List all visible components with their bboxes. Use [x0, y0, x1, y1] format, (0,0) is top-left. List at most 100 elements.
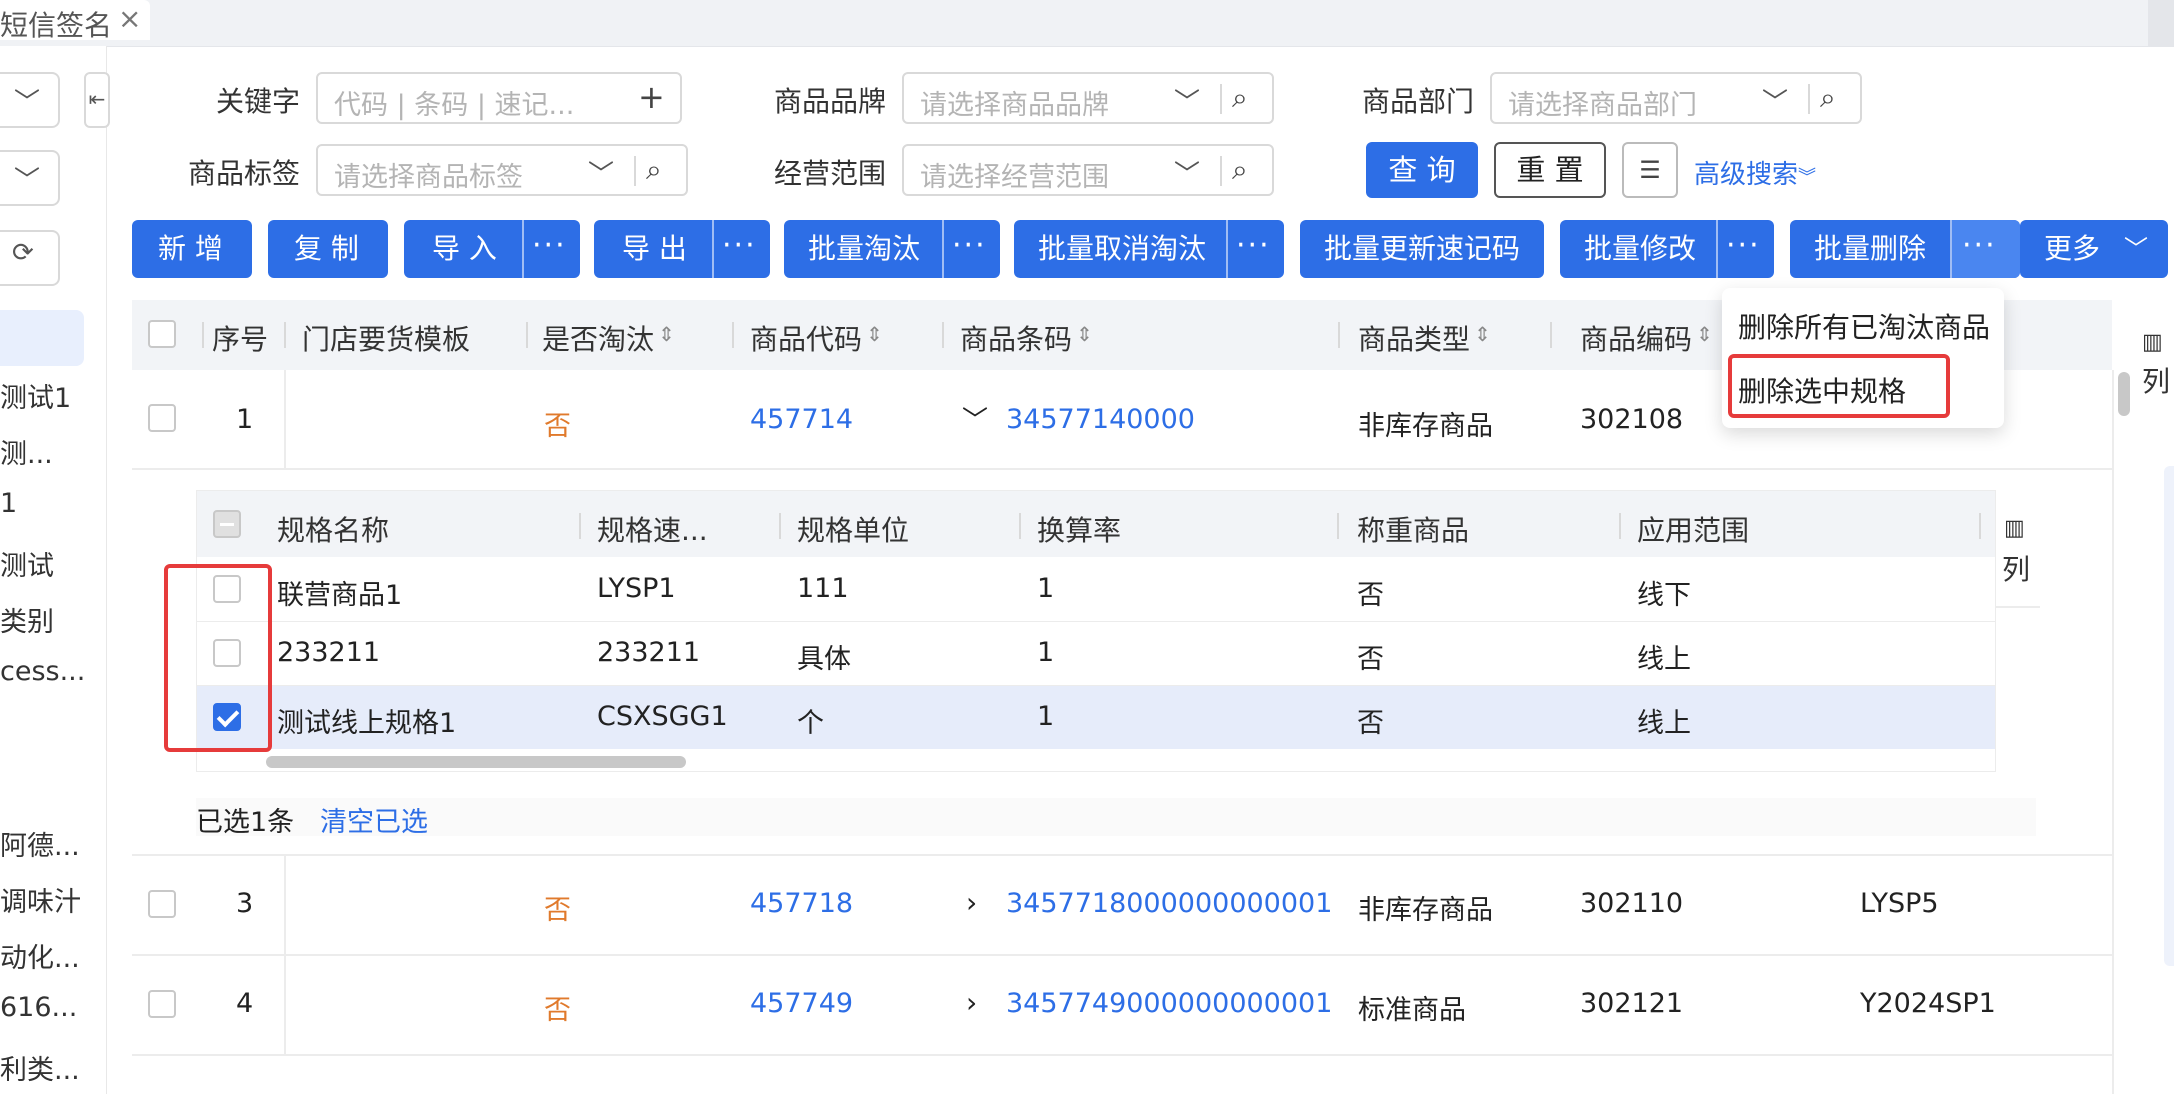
- row-barcode-link[interactable]: 3457749000000000001: [1006, 988, 1332, 1019]
- table-vertical-scrollbar[interactable]: [2118, 372, 2130, 416]
- col-code[interactable]: 商品代码: [750, 318, 862, 358]
- batch-update-code-button[interactable]: 批量更新速记码: [1300, 220, 1544, 278]
- batch-modify-button[interactable]: 批量修改 ···: [1560, 220, 1774, 278]
- filter-settings-icon[interactable]: ☰: [1622, 142, 1678, 198]
- double-chevron-down-icon: ︾: [1798, 167, 1817, 188]
- refresh-button[interactable]: ⟳: [0, 230, 60, 286]
- col-eliminated[interactable]: 是否淘汰: [542, 318, 654, 358]
- more-icon[interactable]: ···: [722, 217, 757, 275]
- col-num[interactable]: 商品编码: [1580, 318, 1692, 358]
- batch-eliminate-button[interactable]: 批量淘汰 ···: [784, 220, 1000, 278]
- sort-icon[interactable]: ⇕: [866, 322, 883, 346]
- tree-item[interactable]: 动化...: [0, 936, 80, 975]
- batch-delete-button[interactable]: 批量删除 ···: [1790, 220, 2020, 278]
- expand-row-icon[interactable]: ›: [966, 986, 977, 1019]
- row-extra: LYSP5: [1860, 888, 1939, 919]
- select-all-checkbox[interactable]: [148, 320, 176, 348]
- spec-weigh: 否: [1357, 708, 1384, 739]
- table-row[interactable]: 4 否 457749 › 3457749000000000001 标准商品 30…: [132, 956, 2112, 1054]
- tree-item[interactable]: 测试: [0, 544, 54, 583]
- left-select-2[interactable]: ﹀: [0, 150, 60, 206]
- scope-select[interactable]: 请选择经营范围 ﹀ ⌕: [902, 144, 1274, 196]
- subtable-select-all-checkbox[interactable]: [213, 510, 241, 538]
- close-icon[interactable]: ×: [118, 2, 141, 35]
- tree-item[interactable]: 类别: [0, 600, 54, 639]
- row-code-link[interactable]: 457714: [750, 404, 853, 435]
- left-select-1[interactable]: ﹀: [0, 72, 60, 128]
- tree-item[interactable]: 调味汁: [0, 880, 81, 919]
- col-type[interactable]: 商品类型: [1358, 318, 1470, 358]
- row-num: 302121: [1580, 988, 1684, 1019]
- spec-row[interactable]: 联营商品1 LYSP1 111 1 否 线下: [197, 557, 1995, 622]
- more-icon[interactable]: ···: [1962, 217, 1997, 275]
- plus-icon[interactable]: +: [638, 78, 665, 116]
- spec-row-selected[interactable]: 测试线上规格1 CSXSGG1 个 1 否 线上: [197, 685, 1995, 749]
- search-icon[interactable]: ⌕: [1232, 81, 1248, 115]
- tag-select[interactable]: 请选择商品标签 ﹀ ⌕: [316, 144, 688, 196]
- row-barcode-link[interactable]: 34577140000: [1006, 404, 1195, 435]
- copy-button[interactable]: 复 制: [268, 220, 388, 278]
- subtable-horizontal-scrollbar[interactable]: [266, 756, 686, 768]
- add-button[interactable]: 新 增: [132, 220, 252, 278]
- more-icon[interactable]: ···: [532, 217, 567, 275]
- advanced-search-link[interactable]: 高级搜索︾: [1694, 154, 1816, 191]
- import-button[interactable]: 导 入 ···: [404, 220, 580, 278]
- add-label: 新 增: [158, 232, 223, 265]
- search-icon[interactable]: ⌕: [646, 153, 662, 187]
- tree-selected-item[interactable]: [0, 310, 84, 366]
- reset-button[interactable]: 重 置: [1494, 142, 1606, 198]
- sub-col-weigh: 称重商品: [1357, 514, 1470, 547]
- collapse-panel-icon[interactable]: ⇤: [84, 72, 110, 128]
- row-code-link[interactable]: 457749: [750, 988, 853, 1019]
- tab-sms-signature[interactable]: 短信签名 ×: [0, 0, 150, 42]
- spec-row[interactable]: 233211 233211 具体 1 否 线上: [197, 621, 1995, 686]
- tree-item[interactable]: 1: [0, 488, 17, 519]
- side-drawer-edge[interactable]: [2164, 466, 2174, 966]
- expand-row-icon[interactable]: ›: [966, 886, 977, 919]
- tree-item[interactable]: 阿德...: [0, 824, 80, 863]
- sub-col-name: 规格名称: [277, 514, 390, 547]
- row-checkbox[interactable]: [148, 990, 176, 1018]
- brand-select[interactable]: 请选择商品品牌 ﹀ ⌕: [902, 72, 1274, 124]
- row-checkbox[interactable]: [148, 890, 176, 918]
- row-num: 302110: [1580, 888, 1684, 919]
- sort-icon[interactable]: ⇕: [1474, 322, 1491, 346]
- spec-subtable: 规格名称 规格速... 规格单位 换算率 称重商品 应用范围 联营商品1 LYS…: [196, 490, 1996, 772]
- clear-selected-link[interactable]: 清空已选: [320, 800, 428, 839]
- tree-item[interactable]: 利类...: [0, 1048, 80, 1087]
- row-barcode-link[interactable]: 3457718000000000001: [1006, 888, 1332, 919]
- tree-item[interactable]: 测...: [0, 432, 53, 471]
- collapse-row-icon[interactable]: ﹀: [962, 400, 988, 437]
- sort-icon[interactable]: ⇕: [658, 322, 675, 346]
- query-button[interactable]: 查 询: [1366, 142, 1478, 198]
- sort-icon[interactable]: ⇕: [1696, 322, 1713, 346]
- row-type: 非库存商品: [1358, 411, 1493, 442]
- more-icon[interactable]: ···: [1236, 217, 1271, 275]
- menu-item-delete-eliminated[interactable]: 删除所有已淘汰商品: [1738, 306, 1990, 346]
- batch-cancel-eliminate-button[interactable]: 批量取消淘汰 ···: [1014, 220, 1284, 278]
- more-icon[interactable]: ···: [1726, 217, 1761, 275]
- column-settings-label[interactable]: 列: [2142, 360, 2170, 400]
- row-checkbox[interactable]: [148, 404, 176, 432]
- export-button[interactable]: 导 出 ···: [594, 220, 770, 278]
- sub-column-settings-icon[interactable]: ▥: [2004, 516, 2025, 541]
- tree-item[interactable]: 616...: [0, 992, 77, 1023]
- spec-scope: 线下: [1637, 580, 1691, 611]
- chevron-down-icon: ﹀: [1174, 88, 1201, 118]
- column-settings-icon[interactable]: ▥: [2142, 330, 2163, 355]
- dept-select[interactable]: 请选择商品部门 ﹀ ⌕: [1490, 72, 1862, 124]
- tree-item[interactable]: 测试1: [0, 376, 71, 415]
- more-icon[interactable]: ···: [952, 217, 987, 275]
- search-icon[interactable]: ⌕: [1232, 153, 1248, 187]
- tab-bar: 短信签名 ×: [0, 0, 2174, 47]
- table-row[interactable]: 3 否 457718 › 3457718000000000001 非库存商品 3…: [132, 856, 2112, 954]
- search-icon[interactable]: ⌕: [1820, 81, 1836, 115]
- spec-unit: 111: [797, 573, 849, 604]
- more-button[interactable]: 更多 ﹀: [2020, 220, 2168, 278]
- col-barcode[interactable]: 商品条码: [960, 318, 1072, 358]
- keyword-input[interactable]: 代码 | 条码 | 速记... +: [316, 72, 682, 124]
- row-code-link[interactable]: 457718: [750, 888, 853, 919]
- sort-icon[interactable]: ⇕: [1076, 322, 1093, 346]
- tree-item[interactable]: cess...: [0, 656, 85, 687]
- sub-column-settings-label[interactable]: 列: [2002, 548, 2030, 588]
